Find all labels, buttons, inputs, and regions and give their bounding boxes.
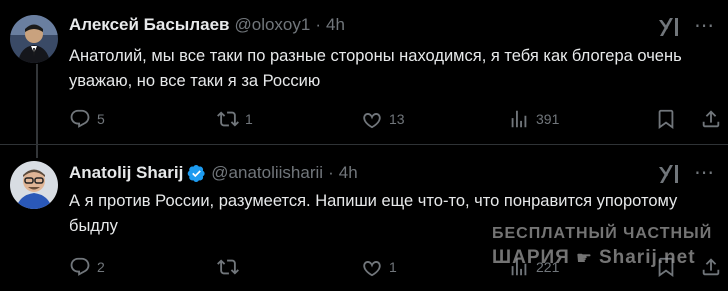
share-icon [702, 258, 720, 276]
reply-icon [70, 109, 90, 128]
watermark-line-2: ШАРИЯ ☛ Sharij.net [492, 247, 696, 269]
separator-dot: · [328, 163, 334, 182]
timestamp[interactable]: 4h [339, 163, 358, 183]
share-button[interactable] [700, 256, 722, 278]
separator-dot: · [315, 15, 322, 34]
share-icon [702, 110, 720, 128]
like-icon [363, 261, 381, 277]
bookmark-icon [658, 109, 674, 130]
tweet-2[interactable]: Anatolij Sharij @anatoliisharii · 4h ⋯ А… [0, 145, 728, 291]
tweet-1[interactable]: Алексей Басылаев @oloxoy1 · 4h ⋯ Анатоли… [0, 0, 728, 145]
author-handle[interactable]: @oloxoy1 [234, 15, 310, 35]
reply-button[interactable]: 5 [69, 108, 105, 130]
retweet-count: 1 [245, 111, 253, 127]
like-button[interactable]: 13 [361, 108, 405, 130]
watermark-right: Sharij.net [598, 247, 696, 268]
verified-icon [187, 164, 205, 182]
grok-icon[interactable] [656, 14, 682, 40]
reply-button[interactable]: 2 [69, 256, 105, 278]
watermark-left: ШАРИЯ [492, 247, 570, 268]
author-name[interactable]: Алексей Басылаев [69, 15, 229, 35]
retweet-icon [217, 111, 239, 127]
timestamp[interactable]: 4h [326, 15, 345, 35]
pointing-hand-icon: ☛ [575, 247, 593, 268]
watermark-line-1: БЕСПЛАТНЫЙ ЧАСТНЫЙ [492, 225, 713, 242]
retweet-button[interactable] [217, 256, 245, 278]
like-button[interactable]: 1 [361, 256, 397, 278]
like-count: 1 [389, 259, 397, 275]
more-icon[interactable]: ⋯ [694, 160, 715, 185]
tweet-text: Анатолий, мы все таки по разные стороны … [69, 47, 682, 90]
views-icon [511, 110, 527, 128]
tweet-header: Алексей Басылаев @oloxoy1 · 4h [69, 15, 345, 35]
reply-count: 5 [97, 111, 105, 127]
more-icon[interactable]: ⋯ [694, 13, 715, 38]
tweet-actions: 5 1 13 391 [69, 108, 720, 132]
retweet-icon [217, 259, 239, 275]
tweet-header: Anatolij Sharij @anatoliisharii · 4h [69, 163, 358, 183]
like-icon [363, 113, 381, 129]
avatar[interactable] [10, 161, 58, 209]
reply-icon [70, 257, 90, 276]
retweet-button[interactable]: 1 [217, 108, 253, 130]
grok-icon[interactable] [656, 161, 682, 187]
bookmark-button[interactable] [655, 108, 677, 130]
views-count: 391 [536, 111, 560, 127]
like-count: 13 [389, 111, 405, 127]
views-button[interactable]: 391 [508, 108, 559, 130]
share-button[interactable] [700, 108, 722, 130]
avatar[interactable] [10, 15, 58, 63]
reply-count: 2 [97, 259, 105, 275]
author-name[interactable]: Anatolij Sharij [69, 163, 183, 183]
author-handle[interactable]: @anatoliisharii [211, 163, 323, 183]
